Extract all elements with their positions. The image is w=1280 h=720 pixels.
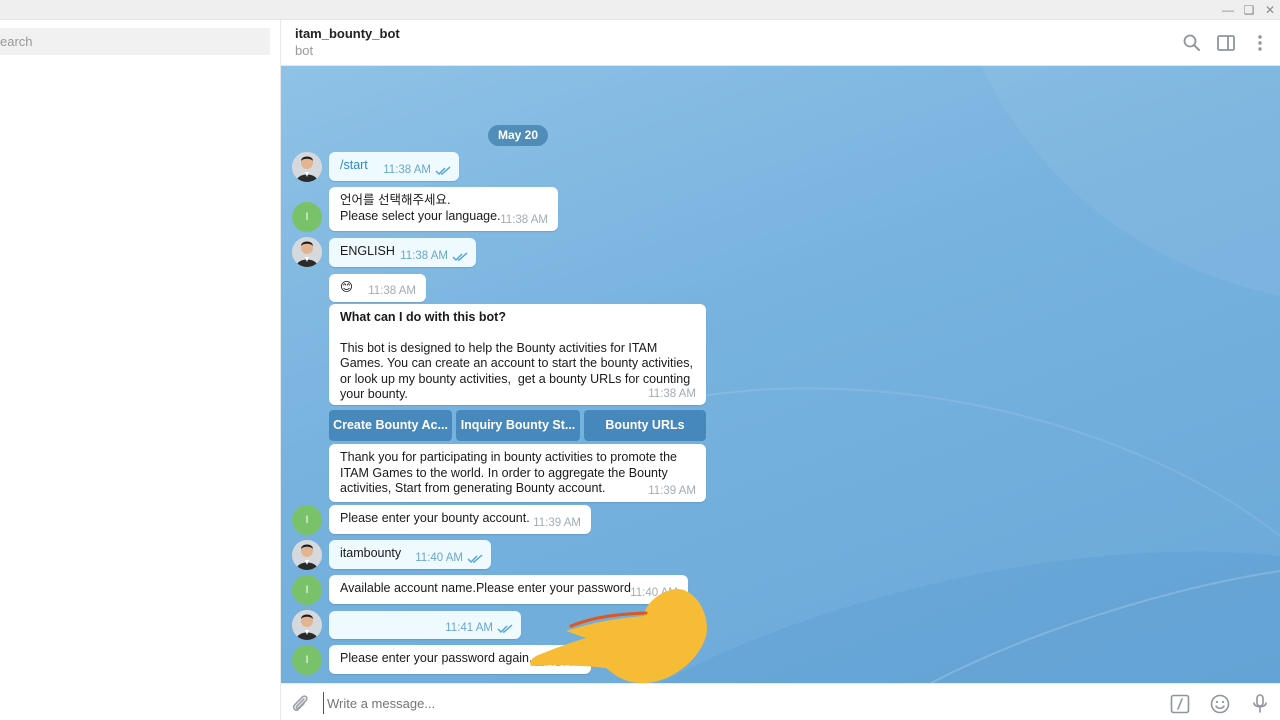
more-vertical-icon[interactable] <box>1248 31 1272 55</box>
message-bubble-outgoing[interactable]: 11:41 AM <box>329 611 521 639</box>
message-bubble-incoming[interactable]: Please enter your bounty account. 11:39 … <box>329 505 591 534</box>
bounty-urls-button[interactable]: Bounty URLs <box>584 410 706 441</box>
bot-description-bubble[interactable]: What can I do with this bot? This bot is… <box>329 304 706 405</box>
inquiry-bounty-status-button[interactable]: Inquiry Bounty St... <box>456 410 580 441</box>
user-avatar[interactable] <box>292 610 322 640</box>
message-bubble-outgoing[interactable]: /start 11:38 AM <box>329 152 459 181</box>
user-photo-icon <box>292 237 322 267</box>
date-separator: May 20 <box>488 125 548 146</box>
user-photo-icon <box>292 152 322 182</box>
bot-description-title: What can I do with this bot? <box>340 310 506 324</box>
minimize-icon[interactable]: — <box>1220 2 1236 18</box>
message-bubble-outgoing[interactable]: itambounty 11:40 AM <box>329 540 491 569</box>
search-input[interactable]: earch <box>0 28 270 55</box>
message-bubble-incoming[interactable]: 😊 11:38 AM <box>329 274 426 302</box>
message-text[interactable]: This bot is designed to help the Bounty … <box>340 341 695 403</box>
message-bubble-incoming[interactable]: 언어를 선택해주세요. Please select your language.… <box>329 187 558 231</box>
message-time: 11:38 AM <box>500 213 548 226</box>
message-time: 11:38 AM <box>400 249 448 262</box>
message-text[interactable]: Thank you for participating in bounty ac… <box>340 450 680 495</box>
message-time: 11:38 AM <box>383 163 431 176</box>
user-avatar[interactable] <box>292 237 322 267</box>
pointing-hand-icon <box>530 588 707 683</box>
emoji-icon[interactable] <box>1209 693 1231 715</box>
message-text[interactable]: ENGLISH <box>340 244 395 258</box>
message-text[interactable]: Please enter your password again. <box>340 651 532 665</box>
chat-history[interactable]: May 20 /start 11:38 AM I 언어를 선택해주세요. Ple… <box>281 66 1280 683</box>
bot-avatar[interactable]: I <box>292 645 322 675</box>
message-time: 11:39 AM <box>533 516 581 529</box>
sidebar-toggle-icon[interactable] <box>1214 31 1238 55</box>
chat-title[interactable]: itam_bounty_bot <box>295 26 400 41</box>
attach-icon[interactable] <box>289 693 311 715</box>
message-composer <box>281 683 1280 720</box>
message-time: 11:40 AM <box>415 551 463 564</box>
message-input[interactable] <box>323 692 1163 714</box>
restore-icon[interactable]: ❏ <box>1241 2 1257 18</box>
bot-avatar[interactable]: I <box>292 505 322 535</box>
search-icon[interactable] <box>1180 31 1204 55</box>
message-time: 11:41 AM <box>445 621 493 634</box>
bot-command-icon[interactable] <box>1169 693 1191 715</box>
message-text[interactable]: 언어를 선택해주세요. Please select your language. <box>340 193 501 223</box>
message-text[interactable]: Please enter your bounty account. <box>340 511 530 525</box>
message-time: 11:38 AM <box>648 387 696 400</box>
message-text[interactable]: 😊 <box>340 280 353 294</box>
double-check-icon <box>452 252 468 261</box>
double-check-icon <box>435 166 451 175</box>
chat-list-sidebar: earch <box>0 20 281 720</box>
user-photo-icon <box>292 610 322 640</box>
chat-subtitle: bot <box>295 43 314 58</box>
user-avatar[interactable] <box>292 540 322 570</box>
chat-header: itam_bounty_bot bot <box>281 20 1280 66</box>
create-bounty-account-button[interactable]: Create Bounty Ac... <box>329 410 452 441</box>
window-titlebar: — ❏ ✕ <box>0 0 1280 20</box>
message-text[interactable]: /start <box>340 158 368 172</box>
message-text[interactable]: itambounty <box>340 546 401 560</box>
double-check-icon <box>467 554 483 563</box>
microphone-icon[interactable] <box>1249 693 1271 715</box>
bot-avatar[interactable]: I <box>292 202 322 232</box>
close-icon[interactable]: ✕ <box>1262 2 1278 18</box>
user-photo-icon <box>292 540 322 570</box>
double-check-icon <box>497 624 513 633</box>
message-bubble-incoming[interactable]: Thank you for participating in bounty ac… <box>329 444 706 502</box>
user-avatar[interactable] <box>292 152 322 182</box>
message-time: 11:38 AM <box>368 284 416 297</box>
message-time: 11:39 AM <box>648 484 696 497</box>
bot-avatar[interactable]: I <box>292 575 322 605</box>
message-bubble-outgoing[interactable]: ENGLISH 11:38 AM <box>329 238 476 267</box>
